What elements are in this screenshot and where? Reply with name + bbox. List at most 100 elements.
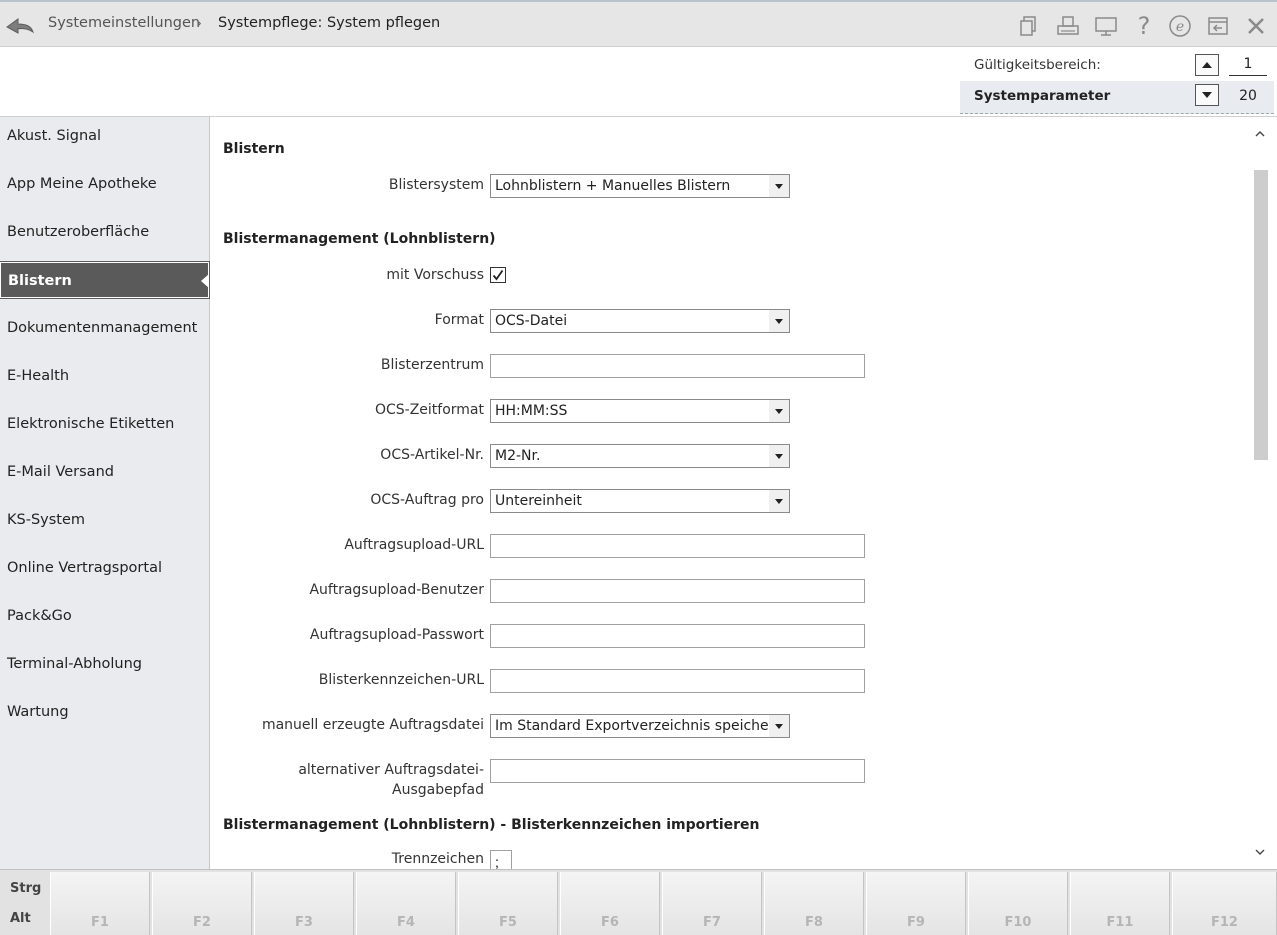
- format-label: Format: [434, 312, 484, 328]
- sidebar-item-blistern[interactable]: Blistern: [0, 261, 210, 299]
- format-select[interactable]: OCS-Datei: [490, 309, 790, 333]
- page-up-button[interactable]: [1195, 54, 1219, 76]
- header-panel: Gültigkeitsbereich: Systemparameter: [0, 47, 1277, 117]
- chevron-down-icon: [769, 445, 789, 467]
- copy-icon[interactable]: [1016, 13, 1042, 39]
- scroll-track[interactable]: [1252, 143, 1268, 843]
- upload-user-label: Auftragsupload-Benutzer: [309, 582, 484, 598]
- sidebar-item-app-meine-apotheke[interactable]: App Meine Apotheke: [0, 166, 209, 202]
- manuell-label: manuell erzeugte Auftragsdatei: [261, 717, 484, 733]
- sidebar-item-e-mail-versand[interactable]: E-Mail Versand: [0, 454, 209, 490]
- f2-label: F2: [193, 915, 211, 930]
- scroll-down-icon[interactable]: [1255, 849, 1265, 855]
- manuell-select[interactable]: Im Standard Exportverzeichnis speichern: [490, 714, 790, 738]
- f6-label: F6: [601, 915, 619, 930]
- page-down-button[interactable]: [1195, 84, 1219, 106]
- blistersystem-select[interactable]: Lohnblistern + Manuelles Blistern: [490, 174, 790, 198]
- sidebar-item-benutzeroberflaeche[interactable]: Benutzeroberfläche: [0, 214, 209, 250]
- sidebar-item-dokumentenmanagement[interactable]: Dokumentenmanagement: [0, 310, 209, 346]
- format-value: OCS-Datei: [495, 313, 568, 329]
- upload-user-input[interactable]: [490, 579, 865, 603]
- blisterzentrum-label: Blisterzentrum: [380, 357, 484, 373]
- sidebar-item-akust-signal[interactable]: Akust. Signal: [0, 118, 209, 154]
- checkmark-icon: [492, 269, 504, 281]
- f4-key[interactable]: F4: [356, 872, 456, 935]
- sidebar-item-pack-go[interactable]: Pack&Go: [0, 598, 209, 634]
- sidebar-item-terminal-abholung[interactable]: Terminal-Abholung: [0, 646, 209, 682]
- breadcrumb-parent[interactable]: Systemeinstellungen: [48, 15, 200, 31]
- f10-key[interactable]: F10: [968, 872, 1068, 935]
- kennzeichen-url-label: Blisterkennzeichen-URL: [318, 672, 484, 688]
- sidebar-item-wartung[interactable]: Wartung: [0, 694, 209, 730]
- f12-key[interactable]: F12: [1172, 872, 1277, 935]
- f1-key[interactable]: F1: [50, 872, 150, 935]
- chevron-down-icon: [769, 490, 789, 512]
- sidebar-item-ks-system[interactable]: KS-System: [0, 502, 209, 538]
- f6-key[interactable]: F6: [560, 872, 660, 935]
- print-icon[interactable]: [1055, 13, 1081, 39]
- page-current: 1: [1229, 56, 1267, 76]
- sidebar-item-elektronische-etiketten[interactable]: Elektronische Etiketten: [0, 406, 209, 442]
- sidebar: Akust. Signal App Meine Apotheke Benutze…: [0, 117, 210, 869]
- f7-label: F7: [703, 915, 721, 930]
- f2-key[interactable]: F2: [152, 872, 252, 935]
- trennzeichen-input[interactable]: [490, 850, 512, 869]
- f7-key[interactable]: F7: [662, 872, 762, 935]
- monitor-icon[interactable]: [1093, 13, 1119, 39]
- chevron-down-icon: [769, 400, 789, 422]
- triangle-up-icon: [1202, 62, 1212, 68]
- f9-key[interactable]: F9: [866, 872, 966, 935]
- upload-password-input[interactable]: [490, 624, 865, 648]
- f3-label: F3: [295, 915, 313, 930]
- system-parameter-label: Systemparameter: [974, 88, 1111, 104]
- blisterzentrum-input[interactable]: [490, 354, 865, 378]
- vorschuss-checkbox[interactable]: [490, 267, 506, 283]
- blistersystem-label: Blistersystem: [388, 177, 484, 193]
- sidebar-item-e-health[interactable]: E-Health: [0, 358, 209, 394]
- artikelnr-label: OCS-Artikel-Nr.: [380, 447, 484, 463]
- breadcrumb-separator: ›: [196, 14, 202, 32]
- triangle-down-icon: [1202, 92, 1212, 98]
- upload-url-label: Auftragsupload-URL: [344, 537, 484, 553]
- validity-label: Gültigkeitsbereich:: [974, 57, 1101, 73]
- vertical-scrollbar[interactable]: [1250, 125, 1270, 865]
- f5-label: F5: [499, 915, 517, 930]
- f5-key[interactable]: F5: [458, 872, 558, 935]
- window-exit-icon[interactable]: [1205, 13, 1231, 39]
- section-title-blistermanagement: Blistermanagement (Lohnblistern): [223, 231, 496, 247]
- upload-password-label: Auftragsupload-Passwort: [309, 627, 484, 643]
- zeitformat-value: HH:MM:SS: [495, 403, 568, 419]
- auftrag-select[interactable]: Untereinheit: [490, 489, 790, 513]
- close-icon[interactable]: [1243, 13, 1269, 39]
- f12-label: F12: [1211, 915, 1238, 930]
- sidebar-item-online-vertragsportal[interactable]: Online Vertragsportal: [0, 550, 209, 586]
- f11-key[interactable]: F11: [1070, 872, 1170, 935]
- chevron-down-icon: [769, 715, 789, 737]
- alt-pfad-label-line1: alternativer Auftragsdatei-: [298, 762, 484, 778]
- blistersystem-value: Lohnblistern + Manuelles Blistern: [495, 178, 731, 194]
- help-icon[interactable]: ?: [1131, 12, 1157, 40]
- back-arrow-icon: [6, 18, 34, 34]
- section-title-kennzeichen-import: Blistermanagement (Lohnblistern) - Blist…: [223, 817, 760, 833]
- scroll-thumb[interactable]: [1254, 170, 1268, 460]
- kennzeichen-url-input[interactable]: [490, 669, 865, 693]
- section-title-blistern: Blistern: [223, 141, 285, 157]
- svg-text:e: e: [1176, 19, 1184, 35]
- alt-modifier[interactable]: Alt: [10, 911, 31, 926]
- zeitformat-label: OCS-Zeitformat: [374, 402, 484, 418]
- title-bar: Systemeinstellungen › Systempflege: Syst…: [0, 0, 1277, 47]
- alt-pfad-label-line2: Ausgabepfad: [392, 782, 484, 798]
- f3-key[interactable]: F3: [254, 872, 354, 935]
- f8-key[interactable]: F8: [764, 872, 864, 935]
- scroll-up-icon[interactable]: [1255, 131, 1265, 137]
- back-button[interactable]: [4, 10, 36, 40]
- chevron-down-icon: [769, 175, 789, 197]
- strg-modifier[interactable]: Strg: [10, 881, 41, 896]
- e-icon[interactable]: e: [1167, 13, 1193, 39]
- upload-url-input[interactable]: [490, 534, 865, 558]
- artikelnr-select[interactable]: M2-Nr.: [490, 444, 790, 468]
- modifier-keys: Strg Alt: [0, 870, 48, 935]
- f1-label: F1: [91, 915, 109, 930]
- alt-pfad-input[interactable]: [490, 759, 865, 783]
- zeitformat-select[interactable]: HH:MM:SS: [490, 399, 790, 423]
